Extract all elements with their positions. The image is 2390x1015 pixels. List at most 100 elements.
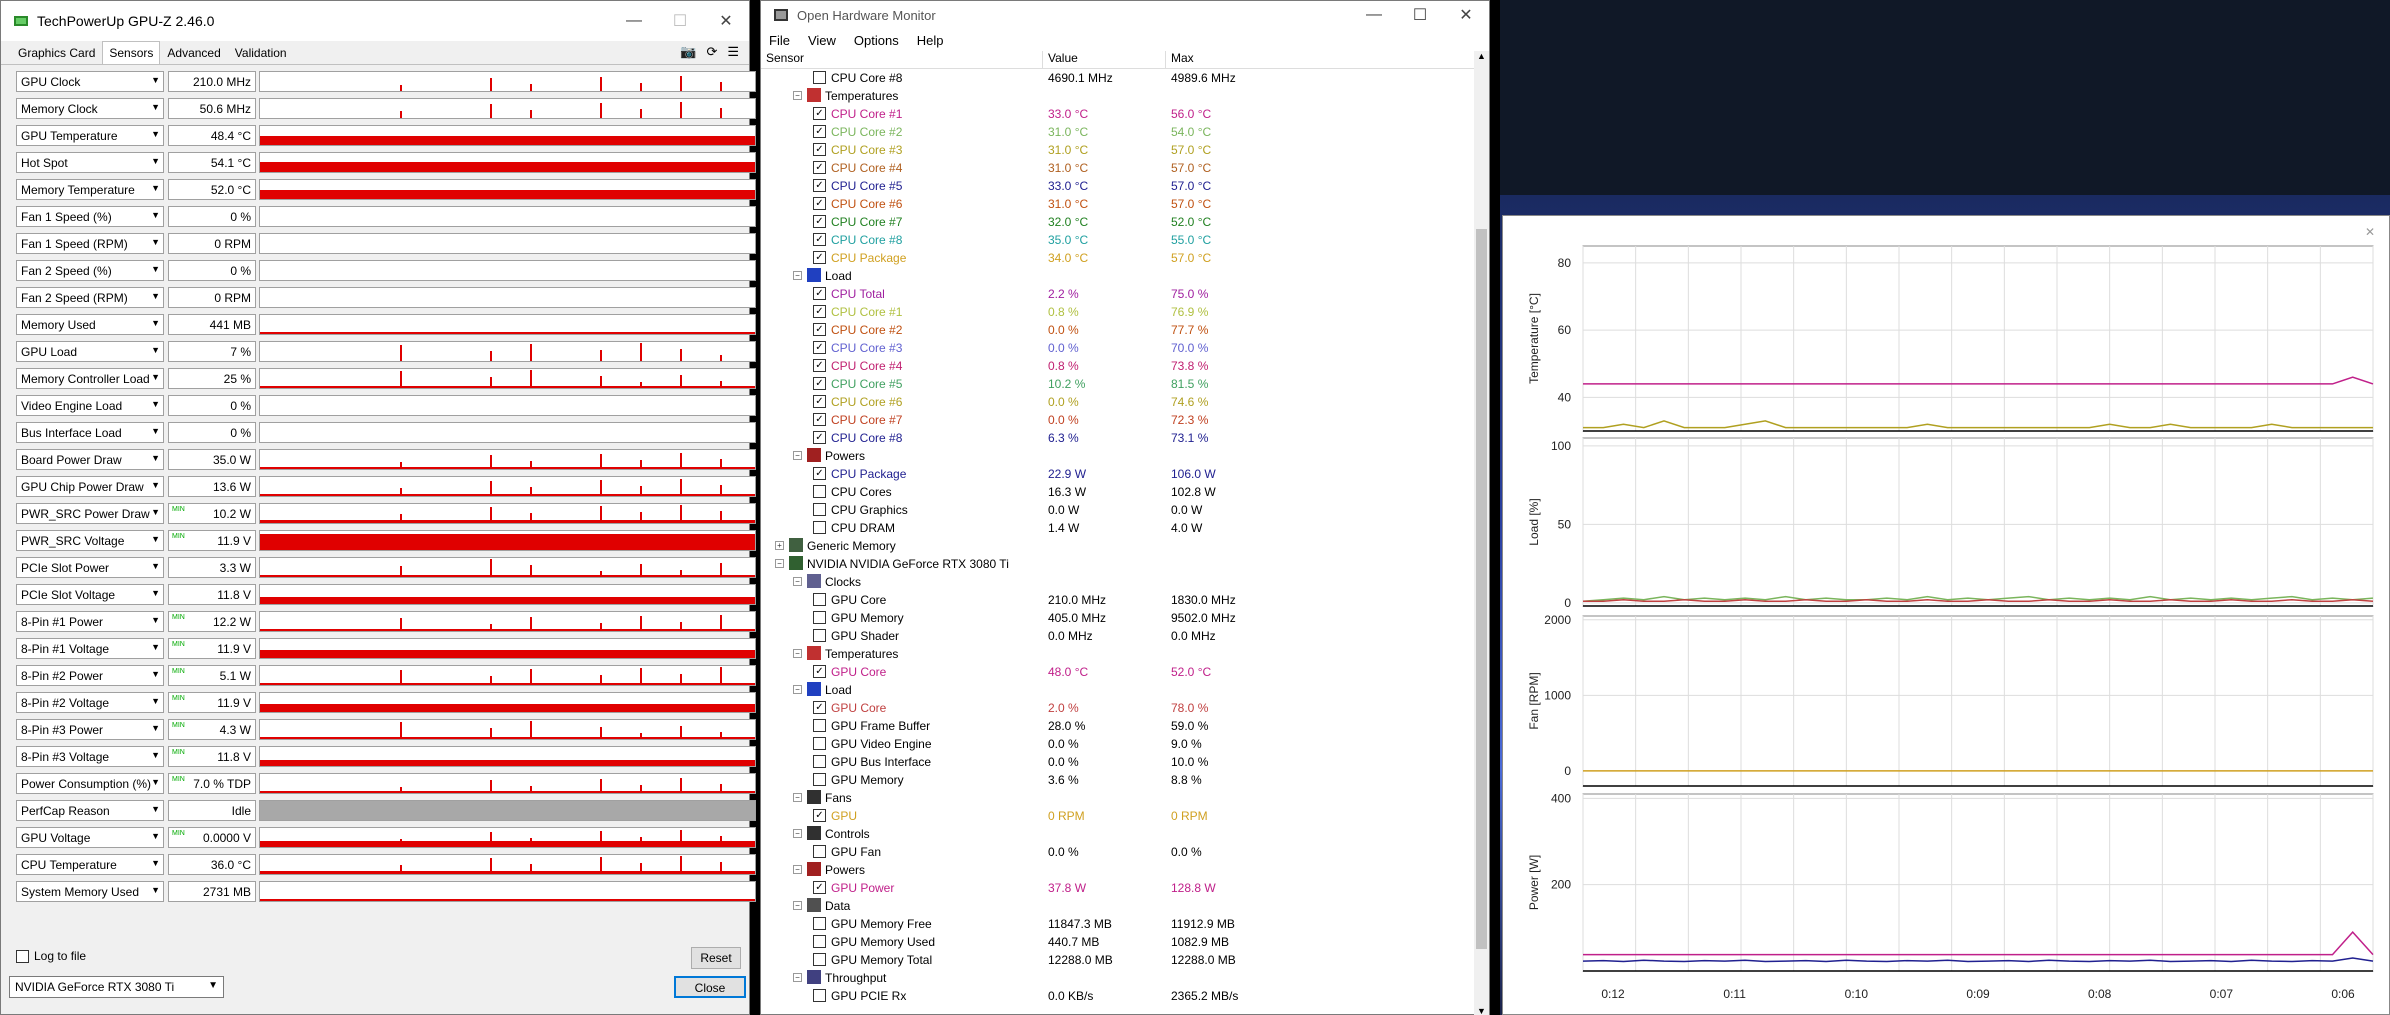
expand-toggle[interactable]: − bbox=[793, 685, 802, 694]
menu-help[interactable]: Help bbox=[917, 33, 944, 48]
tree-sensor-row[interactable]: ✓ CPU Core #6 31.0 °C 57.0 °C bbox=[761, 195, 1476, 213]
tree-sensor-row[interactable]: GPU Memory Used 440.7 MB 1082.9 MB bbox=[761, 933, 1476, 951]
ohm-minimize-button[interactable]: — bbox=[1351, 1, 1397, 29]
tab-sensors[interactable]: Sensors bbox=[102, 41, 161, 64]
sensor-label[interactable]: GPU Clock ▼ bbox=[16, 71, 164, 92]
tree-sensor-row[interactable]: GPU Memory 3.6 % 8.8 % bbox=[761, 771, 1476, 789]
sensor-label[interactable]: Hot Spot ▼ bbox=[16, 152, 164, 173]
sensor-checkbox[interactable]: ✓ bbox=[813, 107, 826, 120]
tree-sensor-row[interactable]: CPU Core #8 4690.1 MHz 4989.6 MHz bbox=[761, 69, 1476, 87]
tree-group[interactable]: − Load bbox=[761, 681, 1476, 699]
sensor-checkbox[interactable] bbox=[813, 773, 826, 786]
column-max[interactable]: Max bbox=[1166, 51, 1476, 68]
sensor-checkbox[interactable] bbox=[813, 593, 826, 606]
tree-sensor-row[interactable]: ✓ GPU 0 RPM 0 RPM bbox=[761, 807, 1476, 825]
tree-group[interactable]: − Fans bbox=[761, 789, 1476, 807]
tree-sensor-row[interactable]: ✓ CPU Package 34.0 °C 57.0 °C bbox=[761, 249, 1476, 267]
sensor-label[interactable]: 8-Pin #1 Power ▼ bbox=[16, 611, 164, 632]
sensor-checkbox[interactable] bbox=[813, 953, 826, 966]
expand-toggle[interactable]: − bbox=[793, 451, 802, 460]
tree-sensor-row[interactable]: GPU Video Engine 0.0 % 9.0 % bbox=[761, 735, 1476, 753]
sensor-checkbox[interactable]: ✓ bbox=[813, 233, 826, 246]
tree-sensor-row[interactable]: ✓ CPU Core #7 32.0 °C 52.0 °C bbox=[761, 213, 1476, 231]
gpuz-titlebar[interactable]: TechPowerUp GPU-Z 2.46.0 — ☐ ✕ bbox=[1, 1, 749, 41]
refresh-icon[interactable]: ⟳ bbox=[706, 44, 717, 60]
sensor-label[interactable]: 8-Pin #2 Voltage ▼ bbox=[16, 692, 164, 713]
sensor-label[interactable]: GPU Load ▼ bbox=[16, 341, 164, 362]
sensor-checkbox[interactable]: ✓ bbox=[813, 395, 826, 408]
sensor-label[interactable]: Video Engine Load ▼ bbox=[16, 395, 164, 416]
expand-toggle[interactable]: + bbox=[775, 541, 784, 550]
tree-sensor-row[interactable]: ✓ CPU Core #7 0.0 % 72.3 % bbox=[761, 411, 1476, 429]
reset-button[interactable]: Reset bbox=[691, 947, 741, 969]
column-value[interactable]: Value bbox=[1043, 51, 1166, 68]
tree-group[interactable]: − Powers bbox=[761, 447, 1476, 465]
sensor-label[interactable]: 8-Pin #3 Voltage ▼ bbox=[16, 746, 164, 767]
tree-sensor-row[interactable]: ✓ CPU Core #1 33.0 °C 56.0 °C bbox=[761, 105, 1476, 123]
sensor-checkbox[interactable]: ✓ bbox=[813, 143, 826, 156]
sensor-checkbox[interactable]: ✓ bbox=[813, 467, 826, 480]
tree-sensor-row[interactable]: ✓ CPU Total 2.2 % 75.0 % bbox=[761, 285, 1476, 303]
sensor-checkbox[interactable]: ✓ bbox=[813, 809, 826, 822]
tab-advanced[interactable]: Advanced bbox=[160, 41, 227, 64]
tree-sensor-row[interactable]: ✓ CPU Core #1 0.8 % 76.9 % bbox=[761, 303, 1476, 321]
sensor-label[interactable]: 8-Pin #2 Power ▼ bbox=[16, 665, 164, 686]
sensor-checkbox[interactable]: ✓ bbox=[813, 215, 826, 228]
sensor-checkbox[interactable] bbox=[813, 845, 826, 858]
sensor-label[interactable]: Fan 2 Speed (%) ▼ bbox=[16, 260, 164, 281]
tree-group[interactable]: + Generic Memory bbox=[761, 537, 1476, 555]
tree-sensor-row[interactable]: ✓ GPU Core 2.0 % 78.0 % bbox=[761, 699, 1476, 717]
tree-sensor-row[interactable]: ✓ CPU Core #6 0.0 % 74.6 % bbox=[761, 393, 1476, 411]
sensor-checkbox[interactable] bbox=[813, 521, 826, 534]
sensor-label[interactable]: GPU Voltage ▼ bbox=[16, 827, 164, 848]
sensor-checkbox[interactable]: ✓ bbox=[813, 431, 826, 444]
hamburger-menu-icon[interactable]: ☰ bbox=[727, 44, 739, 60]
tree-sensor-row[interactable]: ✓ CPU Core #4 31.0 °C 57.0 °C bbox=[761, 159, 1476, 177]
sensor-label[interactable]: 8-Pin #1 Voltage ▼ bbox=[16, 638, 164, 659]
tree-group[interactable]: − Clocks bbox=[761, 573, 1476, 591]
tree-group[interactable]: − Temperatures bbox=[761, 645, 1476, 663]
sensor-label[interactable]: GPU Temperature ▼ bbox=[16, 125, 164, 146]
sensor-label[interactable]: Fan 1 Speed (%) ▼ bbox=[16, 206, 164, 227]
sensor-checkbox[interactable] bbox=[813, 917, 826, 930]
sensor-checkbox[interactable]: ✓ bbox=[813, 341, 826, 354]
sensor-label[interactable]: GPU Chip Power Draw ▼ bbox=[16, 476, 164, 497]
sensor-label[interactable]: Memory Controller Load ▼ bbox=[16, 368, 164, 389]
sensor-label[interactable]: PCIe Slot Power ▼ bbox=[16, 557, 164, 578]
tree-sensor-row[interactable]: ✓ CPU Core #3 31.0 °C 57.0 °C bbox=[761, 141, 1476, 159]
sensor-checkbox[interactable]: ✓ bbox=[813, 197, 826, 210]
expand-toggle[interactable]: − bbox=[793, 577, 802, 586]
sensor-checkbox[interactable]: ✓ bbox=[813, 161, 826, 174]
sensor-label[interactable]: 8-Pin #3 Power ▼ bbox=[16, 719, 164, 740]
tree-sensor-row[interactable]: GPU Shader 0.0 MHz 0.0 MHz bbox=[761, 627, 1476, 645]
sensor-label[interactable]: CPU Temperature ▼ bbox=[16, 854, 164, 875]
tree-sensor-row[interactable]: GPU Frame Buffer 28.0 % 59.0 % bbox=[761, 717, 1476, 735]
sensor-checkbox[interactable] bbox=[813, 611, 826, 624]
tree-sensor-row[interactable]: ✓ CPU Core #8 6.3 % 73.1 % bbox=[761, 429, 1476, 447]
scroll-down-icon[interactable]: ▼ bbox=[1477, 1006, 1486, 1015]
menu-file[interactable]: File bbox=[769, 33, 790, 48]
tree-sensor-row[interactable]: ✓ CPU Core #3 0.0 % 70.0 % bbox=[761, 339, 1476, 357]
tree-sensor-row[interactable]: GPU Bus Interface 0.0 % 10.0 % bbox=[761, 753, 1476, 771]
sensor-label[interactable]: Memory Temperature ▼ bbox=[16, 179, 164, 200]
sensor-label[interactable]: Power Consumption (%) ▼ bbox=[16, 773, 164, 794]
sensor-label[interactable]: Fan 2 Speed (RPM) ▼ bbox=[16, 287, 164, 308]
sensor-checkbox[interactable] bbox=[813, 737, 826, 750]
tree-sensor-row[interactable]: ✓ CPU Core #8 35.0 °C 55.0 °C bbox=[761, 231, 1476, 249]
tree-sensor-row[interactable]: ✓ CPU Core #5 33.0 °C 57.0 °C bbox=[761, 177, 1476, 195]
sensor-checkbox[interactable]: ✓ bbox=[813, 665, 826, 678]
sensor-checkbox[interactable]: ✓ bbox=[813, 413, 826, 426]
tree-sensor-row[interactable]: ✓ CPU Package 22.9 W 106.0 W bbox=[761, 465, 1476, 483]
sensor-checkbox[interactable] bbox=[813, 629, 826, 642]
tree-sensor-row[interactable]: CPU Cores 16.3 W 102.8 W bbox=[761, 483, 1476, 501]
sensor-checkbox[interactable] bbox=[813, 503, 826, 516]
tree-sensor-row[interactable]: GPU Memory Free 11847.3 MB 11912.9 MB bbox=[761, 915, 1476, 933]
ohm-maximize-button[interactable]: ☐ bbox=[1397, 1, 1443, 29]
vertical-scrollbar[interactable]: ▲ ▼ bbox=[1474, 51, 1489, 1015]
expand-toggle[interactable]: − bbox=[793, 973, 802, 982]
close-window-button[interactable]: ✕ bbox=[703, 1, 749, 41]
sensor-label[interactable]: PCIe Slot Voltage ▼ bbox=[16, 584, 164, 605]
expand-toggle[interactable]: − bbox=[793, 271, 802, 280]
tree-group[interactable]: − Powers bbox=[761, 861, 1476, 879]
tree-sensor-row[interactable]: GPU Fan 0.0 % 0.0 % bbox=[761, 843, 1476, 861]
